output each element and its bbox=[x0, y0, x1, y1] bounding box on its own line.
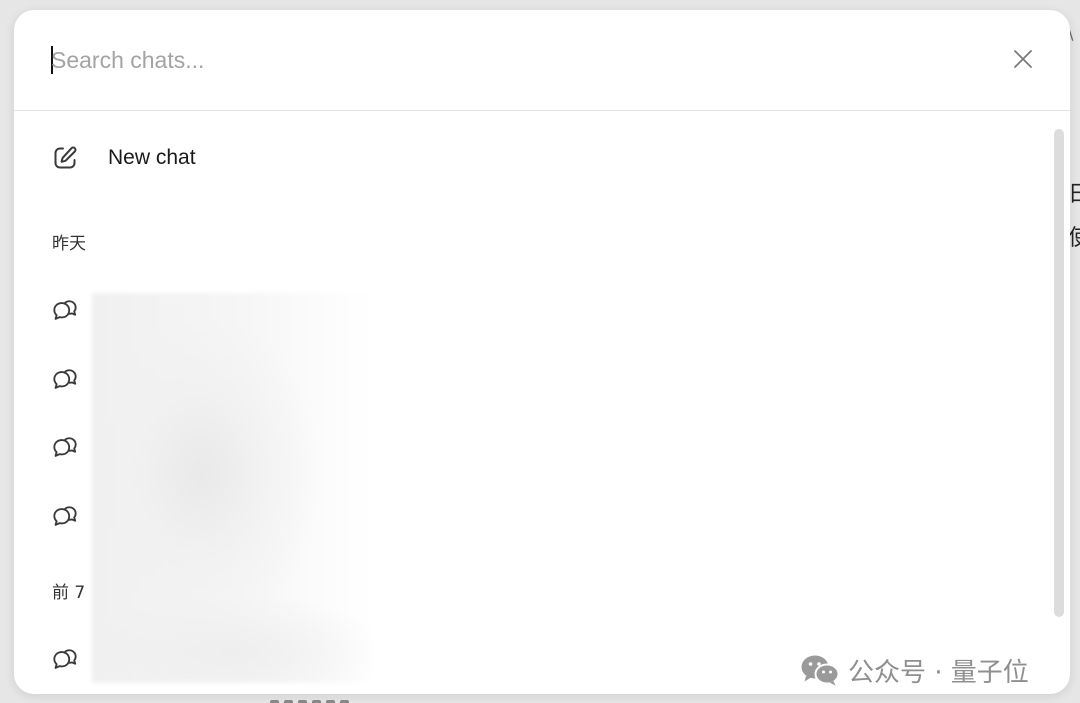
chat-bubbles-icon bbox=[52, 367, 78, 393]
wechat-logo bbox=[800, 653, 840, 687]
chat-bubbles-icon bbox=[52, 504, 78, 530]
pencil-square-icon bbox=[52, 145, 78, 171]
watermark: 公众号 · 量子位 bbox=[800, 652, 1029, 688]
scrollbar[interactable] bbox=[1054, 129, 1064, 617]
section-label-previous-7-days: 前 7 bbox=[52, 583, 86, 603]
chat-bubbles-icon bbox=[52, 435, 78, 461]
chat-list: New chat 昨天 前 7 公众号 · 量子位 bbox=[14, 111, 1070, 694]
search-bar bbox=[14, 10, 1070, 111]
search-input[interactable] bbox=[51, 38, 951, 82]
close-button[interactable] bbox=[1006, 42, 1040, 76]
redacted-chat-titles bbox=[92, 293, 371, 683]
background-text-fragment-bottom bbox=[270, 696, 380, 703]
scrollbar-thumb[interactable] bbox=[1054, 129, 1064, 617]
new-chat-item[interactable]: New chat bbox=[38, 132, 1018, 184]
new-chat-label: New chat bbox=[108, 146, 196, 169]
watermark-text: 公众号 · 量子位 bbox=[848, 657, 1029, 688]
section-label-yesterday: 昨天 bbox=[52, 234, 86, 254]
chat-bubbles-icon bbox=[52, 647, 78, 673]
search-chats-modal: New chat 昨天 bbox=[14, 10, 1070, 694]
chat-bubbles-icon bbox=[52, 298, 78, 324]
close-icon bbox=[1014, 50, 1032, 68]
